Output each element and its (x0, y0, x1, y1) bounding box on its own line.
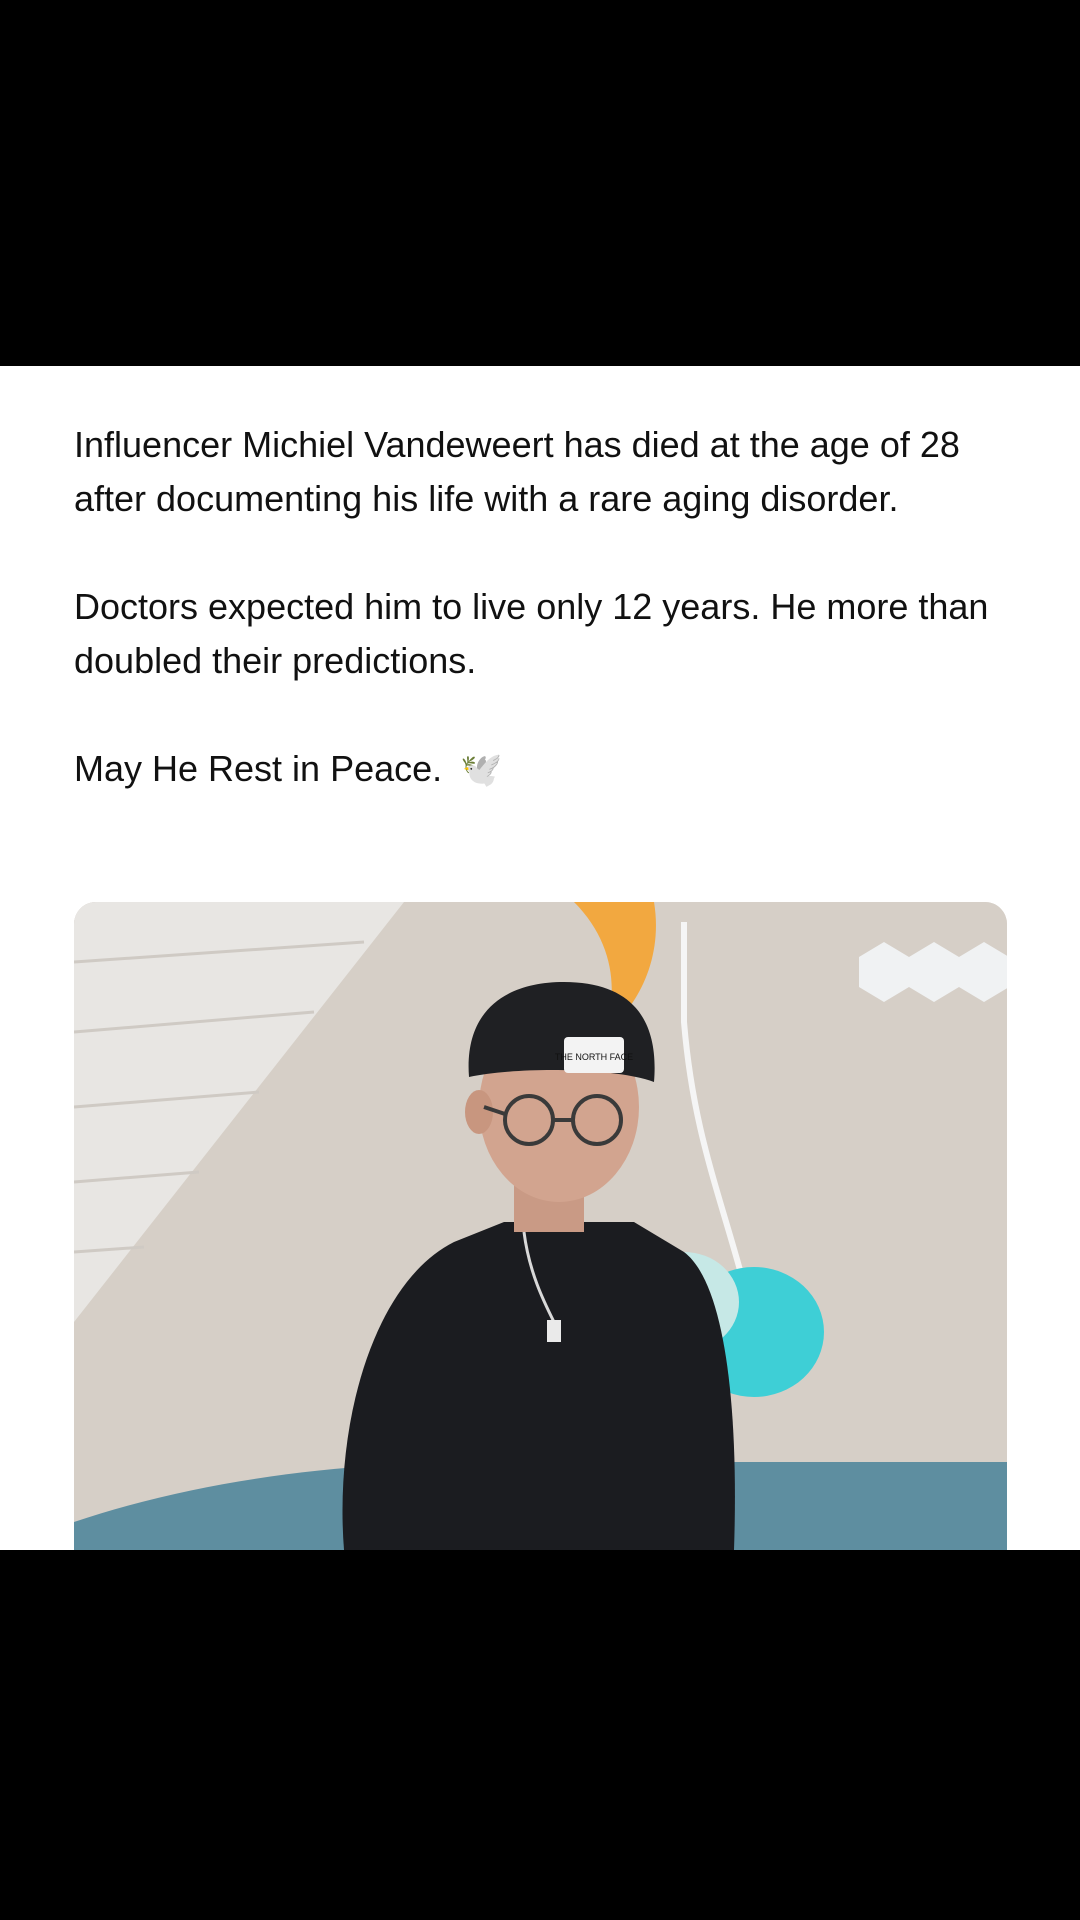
post-paragraph-3-text: May He Rest in Peace. (74, 748, 443, 789)
screen: Influencer Michiel Vandeweert has died a… (0, 0, 1080, 1920)
bottom-black-bar (0, 1550, 1080, 1920)
dove-icon: 🕊️ (460, 751, 503, 789)
post-card[interactable]: Influencer Michiel Vandeweert has died a… (0, 366, 1080, 1550)
photo-illustration: THE NORTH FACE (74, 902, 1007, 1550)
hexagon-lights (859, 942, 1007, 1002)
necklace-pendant (547, 1320, 561, 1342)
post-photo[interactable]: THE NORTH FACE (74, 902, 1007, 1550)
post-paragraph-1: Influencer Michiel Vandeweert has died a… (74, 424, 960, 519)
person-ear (465, 1090, 493, 1134)
post-paragraph-2: Doctors expected him to live only 12 yea… (74, 586, 989, 681)
hat-logo-text: THE NORTH FACE (555, 1052, 633, 1062)
post-paragraph-3: May He Rest in Peace. 🕊️ (74, 742, 1014, 797)
top-black-bar (0, 0, 1080, 366)
post-text: Influencer Michiel Vandeweert has died a… (74, 418, 1014, 797)
